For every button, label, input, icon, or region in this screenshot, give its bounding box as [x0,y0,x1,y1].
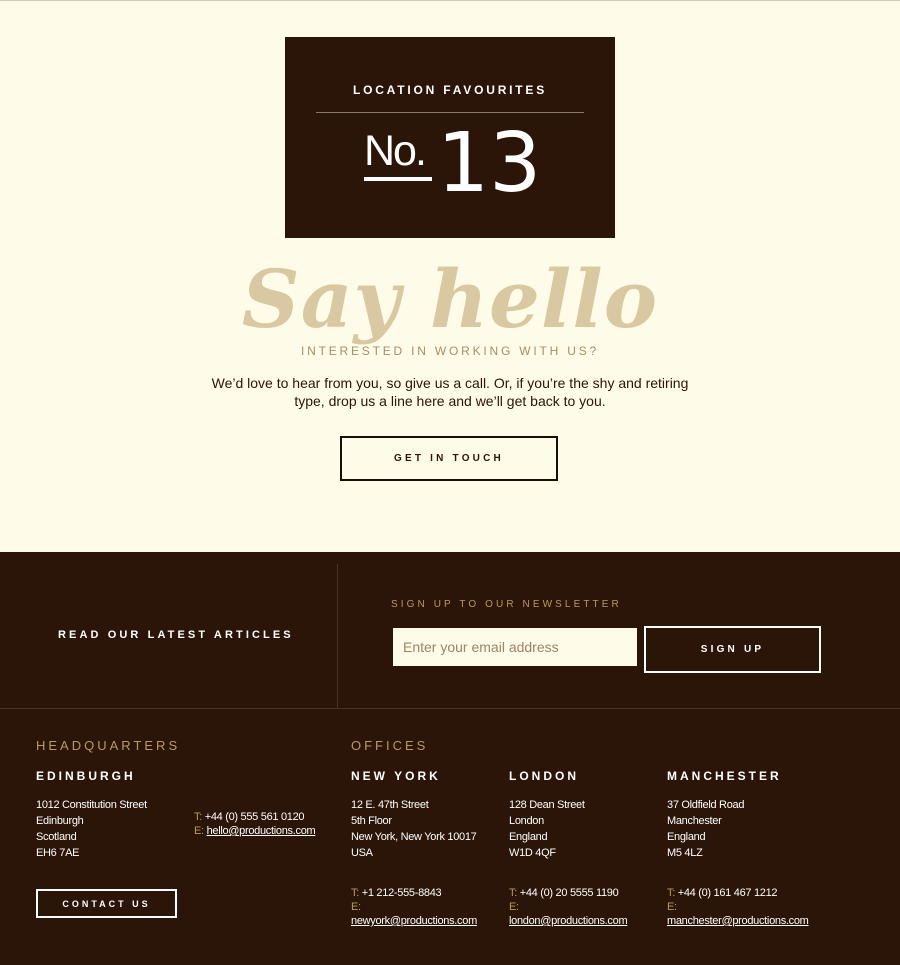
office-address-line: 12 E. 47th Street [351,799,429,811]
say-hello-heading: Say hello [241,252,659,346]
office-city-manchester: MANCHESTER [667,769,782,783]
office-address-manchester: 37 Oldfield Road Manchester England M5 4… [667,797,744,861]
office-address-line: England [509,831,548,843]
office-email-label: E: [509,901,519,913]
contact-us-button[interactable]: CONTACT US [36,889,177,918]
office-address-line: New York, New York 10017 [351,831,477,843]
office-phone-label: T: [667,887,675,899]
office-email-manchester: manchester@productions.com [667,914,809,928]
office-phone-value: +1 212-555-8843 [361,887,442,899]
office-email-label: E: [351,901,361,913]
hq-address-line: EH6 7AE [36,847,80,859]
office-email-new-york: newyork@productions.com [351,914,477,928]
office-address-line: 128 Dean Street [509,799,585,811]
hq-address-line: 1012 Constitution Street [36,799,147,811]
hq-city: EDINBURGH [36,769,136,783]
office-address-line: 37 Oldfield Road [667,799,745,811]
badge-no-label: No. [364,127,427,175]
office-phone-manchester: T: +44 (0) 161 467 1212 [667,886,778,900]
office-address-line: W1D 4QF [509,847,556,859]
hero-subtitle: INTERESTED IN WORKING WITH US? [300,344,599,358]
office-address-new-york: 12 E. 47th Street 5th Floor New York, Ne… [351,797,477,861]
office-address-line: England [667,831,706,843]
hq-email-link[interactable]: hello@productions.com [207,825,316,837]
office-address-line: Manchester [667,815,722,827]
office-email-link[interactable]: london@productions.com [509,915,628,927]
hq-email: E: hello@productions.com [194,824,316,838]
office-phone-label: T: [509,887,517,899]
hq-phone-label: T: [194,811,202,823]
office-address-line: USA [351,847,373,859]
hq-address-line: Scotland [36,831,77,843]
office-email-link[interactable]: manchester@productions.com [667,915,809,927]
office-city-london: LONDON [509,769,579,783]
office-phone-label: T: [351,887,359,899]
badge-title: LOCATION FAVOURITES [352,83,548,97]
sign-up-button[interactable]: SIGN UP [644,626,821,673]
office-phone-london: T: +44 (0) 20 5555 1190 [509,886,619,900]
hq-email-label: E: [194,825,204,837]
hq-address-line: Edinburgh [36,815,84,827]
office-phone-value: +44 (0) 20 5555 1190 [519,887,619,899]
office-email-label-manchester: E: [667,900,677,914]
office-address-london: 128 Dean Street London England W1D 4QF [509,797,585,861]
footer-horizontal-divider [0,708,900,709]
hq-address: 1012 Constitution Street Edinburgh Scotl… [36,797,147,861]
office-phone-new-york: T: +1 212-555-8843 [351,886,442,900]
hq-phone: T: +44 (0) 555 561 0120 [194,810,305,824]
office-email-label-new-york: E: [351,900,361,914]
read-articles-link[interactable]: READ OUR LATEST ARTICLES [58,629,294,641]
headquarters-label: HEADQUARTERS [36,738,181,753]
hq-phone-value: +44 (0) 555 561 0120 [204,811,305,823]
office-address-line: London [509,815,544,827]
office-address-line: 5th Floor [351,815,392,827]
footer: READ OUR LATEST ARTICLES SIGN UP TO OUR … [0,552,900,965]
badge-divider [316,112,584,113]
footer-vertical-divider [337,564,338,708]
office-address-line: M5 4LZ [667,847,703,859]
badge-no-underline [364,177,432,181]
offices-label: OFFICES [351,738,429,753]
hero-section: LOCATION FAVOURITES No. 13 Say hello INT… [0,0,900,552]
badge-number: 13 [437,116,542,211]
office-email-london: london@productions.com [509,914,628,928]
office-email-label-london: E: [509,900,519,914]
get-in-touch-button[interactable]: GET IN TOUCH [340,436,558,481]
newsletter-email-input[interactable] [393,628,637,666]
office-city-new-york: NEW YORK [351,769,441,783]
location-badge: LOCATION FAVOURITES No. 13 [285,37,615,238]
office-phone-value: +44 (0) 161 467 1212 [677,887,778,899]
office-email-link[interactable]: newyork@productions.com [351,915,477,927]
newsletter-label: SIGN UP TO OUR NEWSLETTER [391,599,622,610]
hero-intro-text: We’d love to hear from you, so give us a… [211,375,689,409]
office-email-label: E: [667,901,677,913]
